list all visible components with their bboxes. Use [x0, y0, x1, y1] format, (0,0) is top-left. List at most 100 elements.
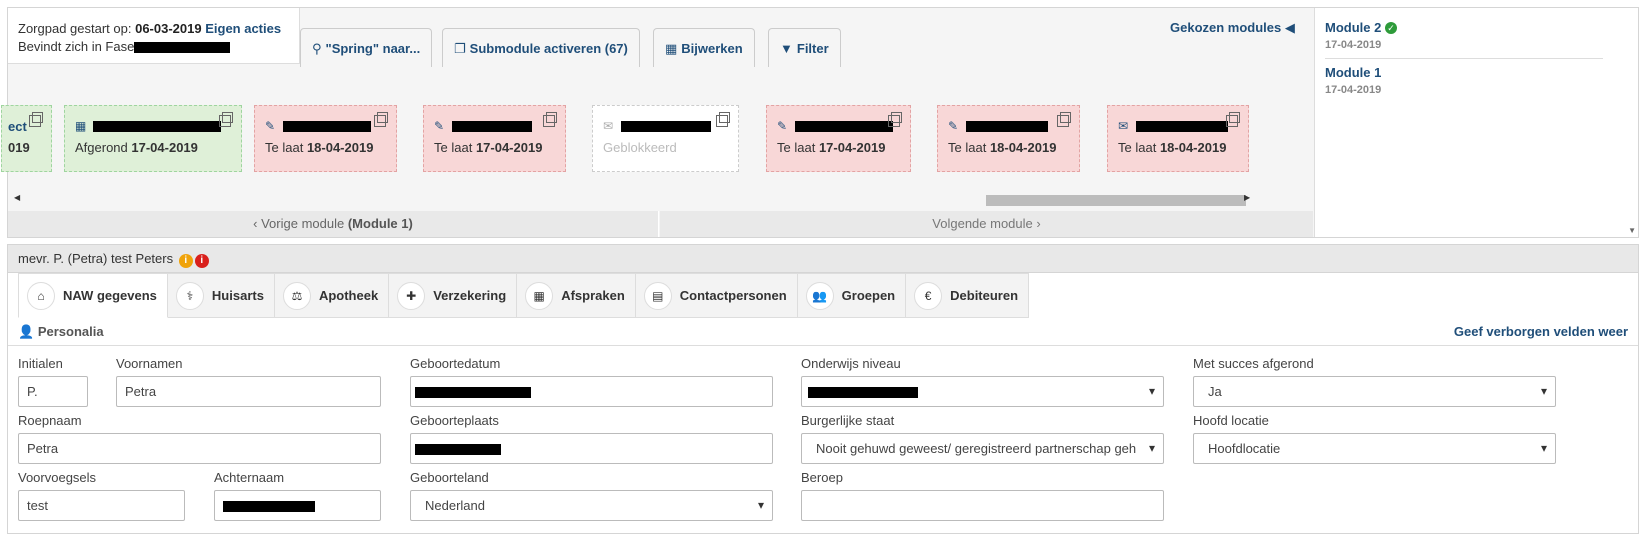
card-status-date: 18-04-2019 [989, 140, 1057, 155]
burgerlijke-staat-value: Nooit gehuwd geweest/ geregistreerd part… [816, 441, 1137, 456]
info-icon[interactable]: i [178, 254, 193, 268]
beroep-field[interactable] [801, 490, 1164, 521]
tab-verzekering[interactable]: ✚ Verzekering [389, 273, 518, 318]
roepnaam-field[interactable]: Petra [18, 433, 381, 464]
chosen-modules-toggle[interactable]: Gekozen modules ◀ [1170, 20, 1295, 36]
scroll-right-arrow-icon[interactable]: ▶ [1244, 193, 1250, 202]
card-status-date: 18-04-2019 [306, 140, 374, 155]
geboortedatum-field[interactable] [410, 376, 773, 407]
module-card[interactable]: ect 019 [1, 105, 52, 172]
copy-icon[interactable] [219, 112, 233, 127]
alert-info-icon[interactable]: i [194, 254, 209, 268]
patient-name: mevr. P. (Petra) test Peters [18, 251, 174, 266]
personalia-label: Personalia [37, 324, 104, 339]
module-card[interactable]: ▦ Afgerond 17-04-2019 [64, 105, 242, 172]
care-path-info: Zorgpad gestart op: 06-03-2019 Eigen act… [8, 8, 300, 64]
module-card[interactable]: ✎ Te laat 18-04-2019 [937, 105, 1080, 172]
redacted-value [808, 387, 918, 399]
module-card[interactable]: ✉ Geblokkeerd [592, 105, 739, 172]
previous-module-label: ‹ Vorige module [253, 216, 345, 231]
copy-icon[interactable] [716, 112, 730, 127]
tab-filter[interactable]: ▼ Filter [768, 28, 841, 67]
care-path-panel: Zorgpad gestart op: 06-03-2019 Eigen act… [1, 7, 1639, 238]
tab-submodule-activeren[interactable]: ❐ Submodule activeren (67) [442, 28, 640, 67]
hoofd-locatie-select[interactable]: Hoofdlocatie [1193, 433, 1556, 464]
previous-module-name: (Module 1) [347, 216, 413, 231]
tab-label: Contactpersonen [679, 288, 787, 303]
redacted-card-title [93, 120, 221, 132]
copy-icon[interactable] [543, 112, 557, 127]
tab-spring-naar-label: "Spring" naar... [325, 41, 421, 56]
scroll-down-arrow-icon[interactable]: ▼ [1628, 226, 1636, 235]
care-path-started-date: 06-03-2019 [135, 21, 202, 36]
module-date: 17-04-2019 [1325, 84, 1382, 96]
copy-icon[interactable] [1057, 112, 1071, 127]
succes-afgerond-select[interactable]: Ja [1193, 376, 1556, 407]
succes-afgerond-label: Met succes afgerond [1193, 356, 1314, 371]
show-hidden-fields-link[interactable]: Geef verborgen velden weer [1454, 318, 1628, 346]
section-title: 👤 Personalia [18, 324, 104, 339]
redacted-value [415, 387, 531, 399]
scale-icon: ⚖ [282, 281, 311, 310]
calendar-icon: ▦ [525, 281, 554, 310]
geboortedatum-label: Geboortedatum [410, 356, 501, 371]
tab-debiteuren[interactable]: € Debiteuren [906, 273, 1030, 318]
tab-label: Verzekering [433, 288, 507, 303]
tab-label: Groepen [841, 288, 896, 303]
tab-afspraken[interactable]: ▦ Afspraken [517, 273, 636, 318]
burgerlijke-staat-select[interactable]: Nooit gehuwd geweest/ geregistreerd part… [801, 433, 1164, 464]
tab-groepen[interactable]: 👥 Groepen [797, 273, 907, 318]
edit-square-icon: ✎ [777, 119, 788, 133]
card-status-date: 17-04-2019 [475, 140, 543, 155]
envelope-icon: ✉ [1118, 119, 1129, 133]
tab-spring-naar[interactable]: ⚲ "Spring" naar... [300, 28, 433, 67]
copy-icon[interactable] [888, 112, 902, 127]
onderwijs-select[interactable] [801, 376, 1164, 407]
tab-contactpersonen[interactable]: ▤ Contactpersonen [635, 273, 798, 318]
geboorteplaats-label: Geboorteplaats [410, 413, 499, 428]
tab-bijwerken[interactable]: ▦ Bijwerken [653, 28, 755, 67]
burgerlijke-staat-label: Burgerlijke staat [801, 413, 895, 428]
copy-icon[interactable] [1226, 112, 1240, 127]
achternaam-field[interactable] [214, 490, 381, 521]
card-status-date: 17-04-2019 [818, 140, 886, 155]
module-item[interactable]: Module 2 ✓ 17-04-2019 [1325, 20, 1613, 51]
card-status-date: 17-04-2019 [131, 140, 198, 155]
card-status-label: Geblokkeerd [603, 140, 677, 155]
pencil-icon: ✎ [948, 119, 959, 133]
tab-huisarts[interactable]: ⚕ Huisarts [167, 273, 275, 318]
module-card[interactable]: ✎ Te laat 17-04-2019 [766, 105, 911, 172]
next-module-button[interactable]: Volgende module › [660, 211, 1313, 237]
pencil-icon: ✎ [265, 119, 276, 133]
filter-icon: ▼ [780, 41, 793, 56]
tab-apotheek[interactable]: ⚖ Apotheek [274, 273, 390, 318]
geboorteplaats-field[interactable] [410, 433, 773, 464]
module-name: Module 2 [1325, 20, 1382, 35]
voorvoegsels-field[interactable]: test [18, 490, 185, 521]
module-card[interactable]: ✎ Te laat 17-04-2019 [423, 105, 566, 172]
module-item[interactable]: Module 1 17-04-2019 [1325, 65, 1613, 96]
redacted-card-title [452, 120, 532, 132]
tab-naw-gegevens[interactable]: ⌂ NAW gegevens [18, 273, 168, 318]
voornamen-field[interactable]: Petra [116, 376, 381, 407]
onderwijs-label: Onderwijs niveau [801, 356, 901, 371]
geboorteland-select[interactable]: Nederland [410, 490, 773, 521]
module-card[interactable]: ✉ Te laat 18-04-2019 [1107, 105, 1249, 172]
previous-module-button[interactable]: ‹ Vorige module (Module 1) [8, 211, 659, 237]
own-actions-link[interactable]: Eigen acties [205, 21, 281, 36]
achternaam-label: Achternaam [214, 470, 285, 485]
redacted-card-title [795, 120, 893, 132]
copy-icon[interactable] [374, 112, 388, 127]
chevron-left-circle-icon: ◀ [1284, 20, 1295, 35]
scroll-left-arrow-icon[interactable]: ◀ [14, 193, 20, 202]
module-card[interactable]: ✎ Te laat 18-04-2019 [254, 105, 397, 172]
tab-submodule-activeren-label: Submodule activeren (67) [469, 41, 628, 56]
euro-icon: € [914, 281, 943, 310]
initialen-field[interactable]: P. [18, 376, 88, 407]
next-module-label: Volgende module › [932, 216, 1041, 231]
phase-label: Bevindt zich in Fase [18, 39, 135, 54]
card-status-label: Te laat [265, 140, 304, 155]
horizontal-scrollbar-thumb[interactable] [986, 195, 1246, 206]
copy-icon[interactable] [29, 112, 43, 127]
card-status-date: 019 [8, 140, 30, 155]
